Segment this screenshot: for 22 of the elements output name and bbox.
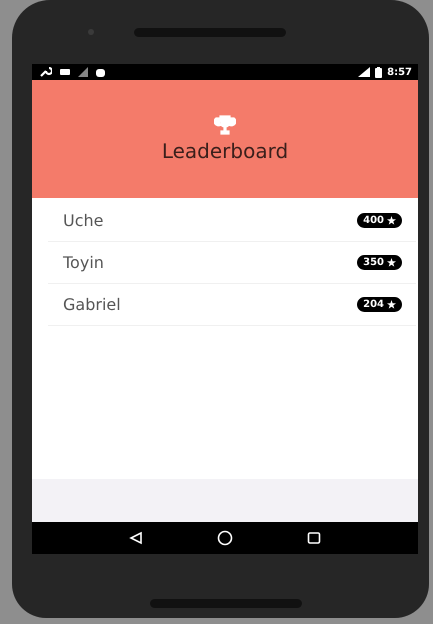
storage-icon — [60, 68, 70, 76]
trophy-icon — [214, 115, 236, 135]
score-value: 400 — [363, 215, 384, 226]
header-title: Leaderboard — [162, 139, 288, 163]
recents-icon[interactable] — [307, 531, 321, 545]
player-name: Gabriel — [63, 295, 121, 314]
player-name: Toyin — [63, 253, 104, 272]
player-row[interactable]: Gabriel 204 — [48, 284, 416, 326]
status-time: 8:57 — [387, 66, 412, 78]
score-value: 204 — [363, 299, 384, 310]
no-signal-icon — [78, 67, 88, 77]
player-name: Uche — [63, 211, 104, 230]
back-icon[interactable] — [129, 531, 143, 545]
home-icon[interactable] — [217, 530, 233, 546]
star-icon — [387, 300, 396, 309]
score-value: 350 — [363, 257, 384, 268]
player-row[interactable]: Uche 400 — [48, 200, 416, 242]
battery-icon — [375, 66, 382, 78]
star-icon — [387, 216, 396, 225]
star-icon — [387, 258, 396, 267]
signal-icon — [358, 67, 370, 77]
player-row[interactable]: Toyin 350 — [48, 242, 416, 284]
